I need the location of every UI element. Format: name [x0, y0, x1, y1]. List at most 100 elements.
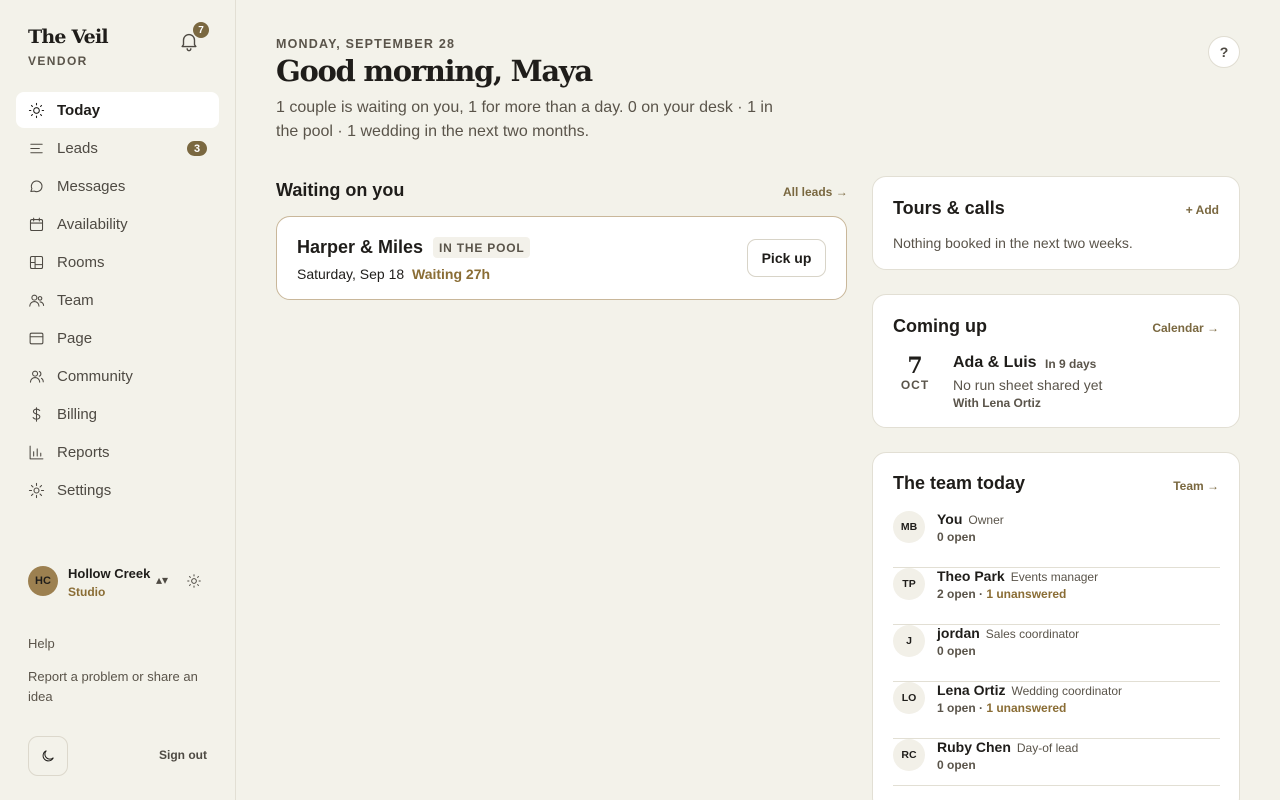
report-problem-link[interactable]: Report a problem or share an idea	[28, 667, 213, 707]
nav-item-page[interactable]: Page	[16, 320, 219, 356]
floorplan-icon	[28, 254, 45, 271]
team-today-title: The team today	[893, 473, 1026, 493]
member-stats: 0 open	[937, 644, 976, 658]
event-month: OCT	[900, 378, 930, 392]
avatar: MB	[893, 511, 925, 543]
lead-wedding-date: Saturday, Sep 18	[297, 266, 405, 282]
list-icon	[28, 140, 45, 157]
event-couple-names[interactable]: Ada & Luis	[953, 354, 1037, 372]
nav-item-messages[interactable]: Messages	[16, 168, 219, 204]
chevron-updown-icon[interactable]: ▴▾	[156, 573, 168, 587]
member-open-count: 2 open	[937, 587, 976, 601]
account-settings-icon[interactable]	[186, 573, 202, 589]
lead-card[interactable]: Harper & Miles IN THE POOL Saturday, Sep…	[276, 216, 847, 300]
date-heading: MONDAY, SEPTEMBER 28	[276, 37, 456, 51]
nav-label: Reports	[57, 443, 110, 461]
lead-status-tag: IN THE POOL	[433, 237, 531, 258]
lead-couple-names: Harper & Miles	[297, 237, 424, 257]
nav-label: Today	[57, 101, 101, 119]
help-link[interactable]: Help	[28, 636, 55, 651]
sign-out-button[interactable]: Sign out	[159, 748, 207, 762]
main-nav: Today Leads 3 Messages Availability Room…	[16, 92, 219, 510]
member-name: You	[937, 511, 963, 527]
account-name: Hollow Creek	[68, 566, 151, 581]
account-role: Studio	[68, 585, 106, 599]
page-title: Good morning, Maya	[276, 54, 593, 88]
nav-label: Page	[57, 329, 93, 347]
nav-item-availability[interactable]: Availability	[16, 206, 219, 242]
nav-item-reports[interactable]: Reports	[16, 434, 219, 470]
tours-title: Tours & calls	[893, 198, 1005, 218]
nav-label: Settings	[57, 481, 112, 499]
brand: The Veil VENDOR	[28, 26, 109, 68]
dark-mode-toggle[interactable]	[28, 736, 68, 776]
team-member-row[interactable]: TP Theo Park Events manager 2 open · 1 un…	[893, 568, 1220, 625]
nav-item-community[interactable]: Community	[16, 358, 219, 394]
nav-item-settings[interactable]: Settings	[16, 472, 219, 508]
event-coordinator: With Lena Ortiz	[953, 396, 1041, 410]
member-name: Lena Ortiz	[937, 682, 1006, 698]
avatar: TP	[893, 568, 925, 600]
member-unanswered-count: 1 unanswered	[986, 587, 1067, 601]
team-link[interactable]: Team →	[1173, 479, 1219, 493]
member-name-line: Lena Ortiz Wedding coordinator	[937, 682, 1122, 698]
add-tour-link[interactable]: + Add	[1186, 203, 1219, 217]
member-role: Owner	[968, 513, 1004, 527]
summary-text: 1 couple is waiting on you, 1 for more t…	[276, 99, 773, 140]
event-note: No run sheet shared yet	[953, 377, 1103, 393]
dollar-icon	[28, 406, 45, 423]
all-leads-link[interactable]: All leads →	[783, 185, 848, 199]
sidebar: The Veil VENDOR 7 Today Leads 3 Messages…	[0, 0, 236, 800]
nav-item-team[interactable]: Team	[16, 282, 219, 318]
member-name-line: Ruby Chen Day-of lead	[937, 739, 1078, 755]
event-countdown: In 9 days	[1045, 357, 1097, 371]
tours-empty-text: Nothing booked in the next two weeks.	[893, 235, 1133, 251]
team-member-row[interactable]: RC Ruby Chen Day-of lead 0 open	[893, 739, 1220, 786]
account-avatar: HC	[28, 566, 58, 596]
team-member-row[interactable]: LO Lena Ortiz Wedding coordinator 1 open …	[893, 682, 1220, 739]
calendar-icon	[28, 216, 45, 233]
community-icon	[28, 368, 45, 385]
nav-item-rooms[interactable]: Rooms	[16, 244, 219, 280]
bar-chart-icon	[28, 444, 45, 461]
avatar: RC	[893, 739, 925, 771]
nav-item-leads[interactable]: Leads 3	[16, 130, 219, 166]
account-switcher[interactable]: HC Hollow Creek Studio ▴▾	[28, 565, 208, 599]
member-role: Wedding coordinator	[1011, 684, 1122, 698]
member-open-count: 1 open	[937, 701, 976, 715]
member-name-line: jordan Sales coordinator	[937, 625, 1079, 641]
browser-icon	[28, 330, 45, 347]
event-day: 7	[907, 353, 923, 379]
pick-up-button[interactable]: Pick up	[747, 239, 826, 277]
member-open-count: 0 open	[937, 644, 976, 658]
leads-count-badge: 3	[187, 141, 207, 156]
nav-label: Leads	[57, 139, 98, 157]
help-button[interactable]: ?	[1208, 36, 1240, 68]
coming-up-card: Coming up Calendar → 7 OCT Ada & Luis In…	[872, 294, 1240, 428]
gear-icon	[28, 482, 45, 499]
brand-name[interactable]: The Veil	[28, 26, 109, 48]
nav-item-billing[interactable]: Billing	[16, 396, 219, 432]
tours-card: Tours & calls + Add Nothing booked in th…	[872, 176, 1240, 270]
member-role: Sales coordinator	[985, 627, 1080, 641]
member-role: Day-of lead	[1016, 741, 1079, 755]
member-open-count: 0 open	[937, 758, 976, 772]
moon-icon	[40, 748, 56, 764]
team-member-row[interactable]: J jordan Sales coordinator 0 open	[893, 625, 1220, 682]
member-open-count: 0 open	[937, 530, 976, 544]
member-name: jordan	[937, 625, 980, 641]
member-stats: 0 open	[937, 758, 976, 772]
nav-label: Rooms	[57, 253, 105, 271]
lead-waiting-time: Waiting 27h	[412, 266, 491, 282]
team-member-row[interactable]: MB You Owner 0 open	[893, 511, 1220, 568]
team-today-card: The team today Team → MB You Owner 0 open…	[872, 452, 1240, 800]
chat-icon	[28, 178, 45, 195]
avatar: LO	[893, 682, 925, 714]
member-name: Theo Park	[937, 568, 1005, 584]
member-stats: 1 open · 1 unanswered	[937, 701, 1067, 715]
member-stats: 2 open · 1 unanswered	[937, 587, 1067, 601]
calendar-link[interactable]: Calendar →	[1152, 321, 1219, 335]
nav-item-today[interactable]: Today	[16, 92, 219, 128]
member-name-line: Theo Park Events manager	[937, 568, 1098, 584]
waiting-section-title: Waiting on you	[276, 180, 405, 200]
